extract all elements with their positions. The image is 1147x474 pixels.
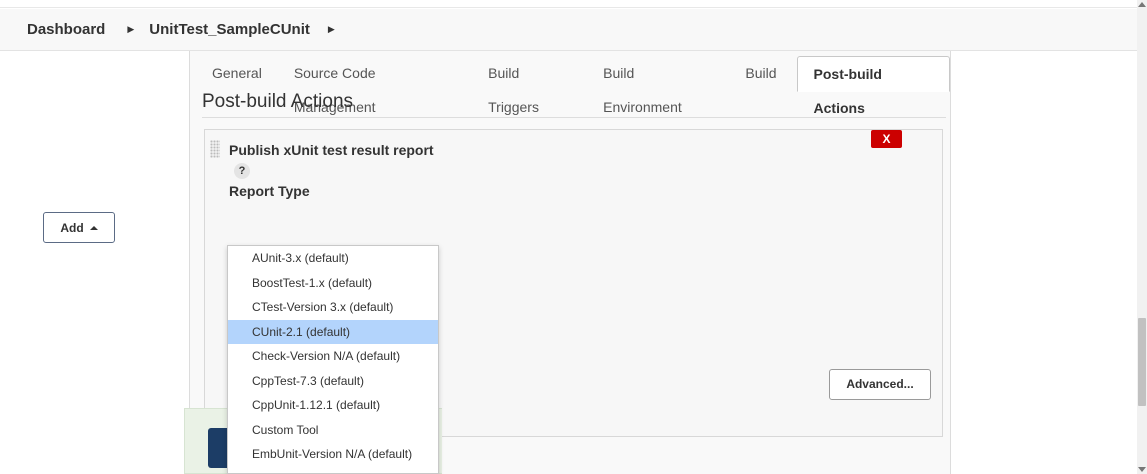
dropdown-item-cpptest[interactable]: CppTest-7.3 (default) xyxy=(228,369,438,394)
config-tabs: General Source Code Management Build Tri… xyxy=(190,56,950,116)
tab-post-build-actions[interactable]: Post-build Actions xyxy=(796,56,950,116)
add-report-type-button[interactable]: Add xyxy=(43,212,115,243)
dropdown-item-cunit[interactable]: CUnit-2.1 (default) xyxy=(228,319,438,344)
scroll-down-arrow-icon[interactable] xyxy=(1138,467,1146,472)
report-type-dropdown: AUnit-3.x (default) BoostTest-1.x (defau… xyxy=(227,245,439,474)
breadcrumb-arrow-icon[interactable]: ▶ xyxy=(127,24,134,35)
dropdown-item-boosttest[interactable]: BoostTest-1.x (default) xyxy=(228,271,438,296)
dropdown-item-custom-tool[interactable]: Custom Tool xyxy=(228,418,438,443)
drag-handle-icon[interactable] xyxy=(210,140,220,158)
top-edge xyxy=(0,0,1147,8)
tab-build[interactable]: Build xyxy=(729,56,792,92)
section-divider xyxy=(202,117,946,118)
tab-build-triggers[interactable]: Build Triggers xyxy=(472,56,587,115)
tab-general[interactable]: General xyxy=(190,56,278,92)
caret-up-icon xyxy=(89,225,98,230)
action-title: Publish xUnit test result report xyxy=(229,142,434,158)
breadcrumb-arrow-icon[interactable]: ▶ xyxy=(328,24,335,35)
tab-build-environment[interactable]: Build Environment xyxy=(587,56,729,115)
delete-action-button[interactable]: X xyxy=(871,130,902,148)
dropdown-item-check[interactable]: Check-Version N/A (default) xyxy=(228,344,438,369)
dropdown-item-ctest[interactable]: CTest-Version 3.x (default) xyxy=(228,295,438,320)
help-icon[interactable]: ? xyxy=(234,163,250,179)
dropdown-item-embunit[interactable]: EmbUnit-Version N/A (default) xyxy=(228,442,438,467)
scroll-up-arrow-icon[interactable] xyxy=(1138,2,1146,7)
tab-source-code-management[interactable]: Source Code Management xyxy=(278,56,472,115)
dropdown-item-cppunit[interactable]: CppUnit-1.12.1 (default) xyxy=(228,393,438,418)
dropdown-item-aunit[interactable]: AUnit-3.x (default) xyxy=(228,246,438,271)
scrollbar-thumb[interactable] xyxy=(1138,318,1146,406)
report-type-label: Report Type xyxy=(229,183,310,199)
advanced-button[interactable]: Advanced... xyxy=(829,369,931,400)
page-scrollbar[interactable] xyxy=(1137,0,1147,474)
section-title: Post-build Actions xyxy=(202,91,354,112)
add-button-label: Add xyxy=(60,220,84,235)
breadcrumb-job[interactable]: UnitTest_SampleCUnit xyxy=(149,21,310,38)
breadcrumb-dashboard[interactable]: Dashboard xyxy=(27,21,105,38)
breadcrumb: Dashboard ▶ UnitTest_SampleCUnit ▶ xyxy=(0,9,1137,51)
